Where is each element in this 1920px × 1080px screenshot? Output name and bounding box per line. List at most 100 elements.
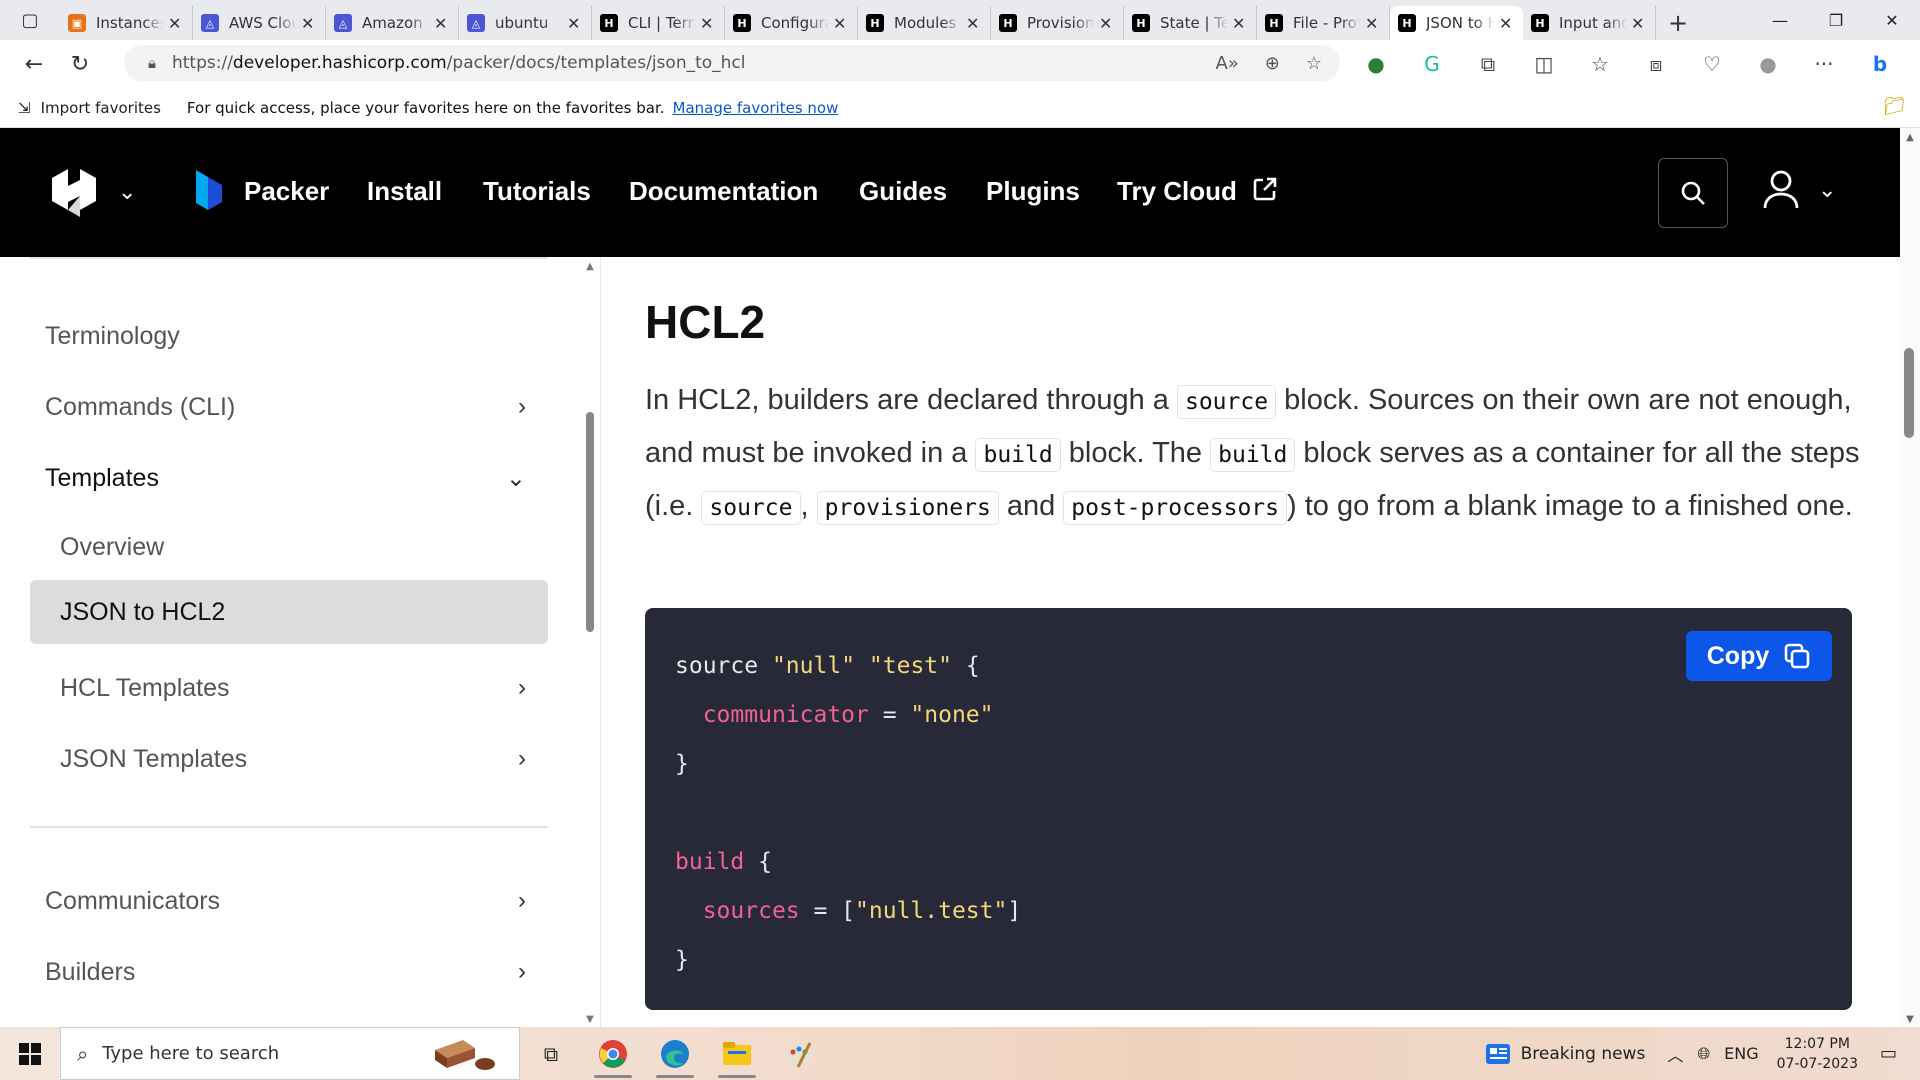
favorites-hint: For quick access, place your favorites h…: [186, 98, 665, 117]
close-tab-icon[interactable]: ✕: [301, 14, 317, 33]
favorites-icon[interactable]: ☆: [1582, 46, 1618, 82]
split-screen-icon[interactable]: ◫: [1526, 46, 1562, 82]
restore-icon[interactable]: ❐: [1808, 0, 1864, 40]
page-scrollbar[interactable]: ▲ ▼: [1900, 128, 1920, 1027]
paint-taskbar-icon[interactable]: [768, 1027, 830, 1080]
read-aloud-icon[interactable]: A»: [1215, 53, 1238, 74]
scroll-up-icon[interactable]: ▲: [583, 261, 597, 272]
sidebar-item-communicators[interactable]: Communicators ›: [30, 869, 548, 933]
refresh-icon[interactable]: ↻: [58, 44, 102, 84]
page-scroll-thumb[interactable]: [1904, 348, 1914, 438]
show-hidden-icons-chevron-icon[interactable]: ︿: [1667, 1042, 1683, 1066]
window-controls: — ❐ ✕: [1752, 0, 1920, 40]
browser-tab[interactable]: H State | Terraform✕: [1124, 6, 1257, 40]
hashicorp-logo-icon[interactable]: [48, 168, 100, 220]
browser-tab[interactable]: H Provisioners✕: [991, 6, 1124, 40]
grammarly-icon[interactable]: G: [1414, 46, 1450, 82]
performance-icon[interactable]: ♡: [1694, 46, 1730, 82]
close-tab-icon[interactable]: ✕: [1099, 14, 1115, 33]
close-tab-icon[interactable]: ✕: [700, 14, 716, 33]
manage-favorites-link[interactable]: Manage favorites now: [673, 99, 839, 117]
nav-install[interactable]: Install: [367, 176, 442, 207]
profile-avatar-icon[interactable]: ●: [1750, 46, 1786, 82]
copy-code-button[interactable]: Copy: [1686, 631, 1832, 681]
url-field[interactable]: 🔒︎ https://developer.hashicorp.com/packe…: [124, 45, 1340, 81]
nav-guides[interactable]: Guides: [859, 176, 947, 207]
taskbar-search-box[interactable]: ⌕ Type here to search: [60, 1027, 520, 1080]
sidebar-scrollbar[interactable]: ▲ ▼: [583, 257, 597, 1027]
nav-packer[interactable]: Packer: [244, 176, 329, 207]
collections-icon[interactable]: ⧈: [1638, 46, 1674, 82]
sidebar-item-commands[interactable]: Commands (CLI) ›: [30, 375, 548, 439]
browser-tab[interactable]: H Configuration✕: [725, 6, 858, 40]
notifications-icon[interactable]: ▭: [1880, 1043, 1920, 1064]
other-favorites-folder-icon[interactable]: 📁︎: [1883, 96, 1906, 117]
browser-tab[interactable]: ◬ ubuntu ✕: [459, 6, 592, 40]
nav-tutorials[interactable]: Tutorials: [483, 176, 591, 207]
network-globe-icon[interactable]: 🌐︎: [1697, 1044, 1710, 1064]
nav-documentation[interactable]: Documentation: [629, 176, 818, 207]
scroll-down-icon[interactable]: ▼: [583, 1014, 597, 1025]
search-icon: [1681, 181, 1705, 205]
browser-tab[interactable]: ◬ AWS Cloud✕: [193, 6, 326, 40]
import-favorites-button[interactable]: ⇲ Import favorites: [18, 99, 161, 117]
close-tab-icon[interactable]: ✕: [833, 14, 849, 33]
sidebar-scroll-thumb[interactable]: [586, 412, 594, 632]
tab-strip: ▣Instances | EC2✕◬AWS Cloud✕◬Amazon✕◬ubu…: [60, 0, 1656, 40]
browser-tab[interactable]: H File - Provisioners✕: [1257, 6, 1390, 40]
code-text[interactable]: source "null" "test" { communicator = "n…: [675, 642, 1021, 985]
taskbar-clock[interactable]: 12:07 PM 07-07-2023: [1777, 1034, 1858, 1074]
edge-taskbar-icon[interactable]: [644, 1027, 706, 1080]
browser-tab[interactable]: H JSON to HCL2✕: [1390, 6, 1523, 40]
more-options-icon[interactable]: ···: [1806, 46, 1842, 82]
language-indicator[interactable]: ENG: [1724, 1044, 1758, 1063]
browser-tab[interactable]: ▣ Instances | EC2✕: [60, 6, 193, 40]
hashicorp-icon: H: [1265, 14, 1283, 32]
news-widget[interactable]: Breaking news: [1485, 1043, 1645, 1065]
extension-globe-icon[interactable]: ●: [1358, 46, 1394, 82]
new-tab-button[interactable]: +: [1656, 6, 1700, 40]
close-tab-icon[interactable]: ✕: [966, 14, 982, 33]
browser-tab[interactable]: H CLI | Terraform✕: [592, 6, 725, 40]
user-menu-button[interactable]: ⌄: [1762, 170, 1836, 210]
close-window-icon[interactable]: ✕: [1864, 0, 1920, 40]
nav-plugins[interactable]: Plugins: [986, 176, 1080, 207]
browser-tab[interactable]: H Modules ✕: [858, 6, 991, 40]
sidebar-item-hcl-templates[interactable]: HCL Templates ›: [30, 656, 548, 720]
favorite-star-icon[interactable]: ☆: [1306, 53, 1322, 74]
nav-try-cloud[interactable]: Try Cloud: [1117, 176, 1278, 207]
url-text[interactable]: https://developer.hashicorp.com/packer/d…: [172, 53, 746, 73]
close-tab-icon[interactable]: ✕: [1232, 14, 1248, 33]
close-tab-icon[interactable]: ✕: [1499, 14, 1515, 33]
copy-label: Copy: [1706, 641, 1770, 670]
extensions-icon[interactable]: ⧉: [1470, 46, 1506, 82]
file-explorer-taskbar-icon[interactable]: [706, 1027, 768, 1080]
zoom-icon[interactable]: ⊕: [1265, 53, 1280, 74]
close-tab-icon[interactable]: ✕: [1365, 14, 1381, 33]
scroll-up-icon[interactable]: ▲: [1900, 132, 1920, 143]
close-tab-icon[interactable]: ✕: [1631, 14, 1647, 33]
bing-copilot-icon[interactable]: b: [1862, 46, 1898, 82]
scroll-down-icon[interactable]: ▼: [1900, 1014, 1920, 1025]
start-button[interactable]: [0, 1027, 60, 1080]
browser-tab[interactable]: H Input and Local✕: [1523, 6, 1656, 40]
lock-icon[interactable]: 🔒︎: [148, 54, 156, 72]
packer-logo-icon[interactable]: [194, 168, 224, 214]
sidebar-item-overview[interactable]: Overview: [30, 515, 548, 579]
close-tab-icon[interactable]: ✕: [434, 14, 450, 33]
sidebar-item-terminology[interactable]: Terminology: [30, 304, 548, 368]
close-tab-icon[interactable]: ✕: [567, 14, 583, 33]
chrome-taskbar-icon[interactable]: [582, 1027, 644, 1080]
task-view-icon[interactable]: ⧉: [520, 1027, 582, 1080]
tab-actions-icon[interactable]: ▢: [0, 0, 60, 40]
hashicorp-menu-chevron-icon[interactable]: ⌄: [118, 180, 136, 205]
back-icon[interactable]: ←: [12, 44, 56, 84]
close-tab-icon[interactable]: ✕: [168, 14, 184, 33]
sidebar-item-json-templates[interactable]: JSON Templates ›: [30, 727, 548, 791]
site-search-button[interactable]: [1658, 158, 1728, 228]
browser-tab[interactable]: ◬ Amazon ✕: [326, 6, 459, 40]
minimize-icon[interactable]: —: [1752, 0, 1808, 40]
sidebar-item-builders[interactable]: Builders ›: [30, 940, 548, 1004]
sidebar-item-templates[interactable]: Templates ⌄: [30, 446, 548, 510]
sidebar-item-json-to-hcl2[interactable]: JSON to HCL2: [30, 580, 548, 644]
